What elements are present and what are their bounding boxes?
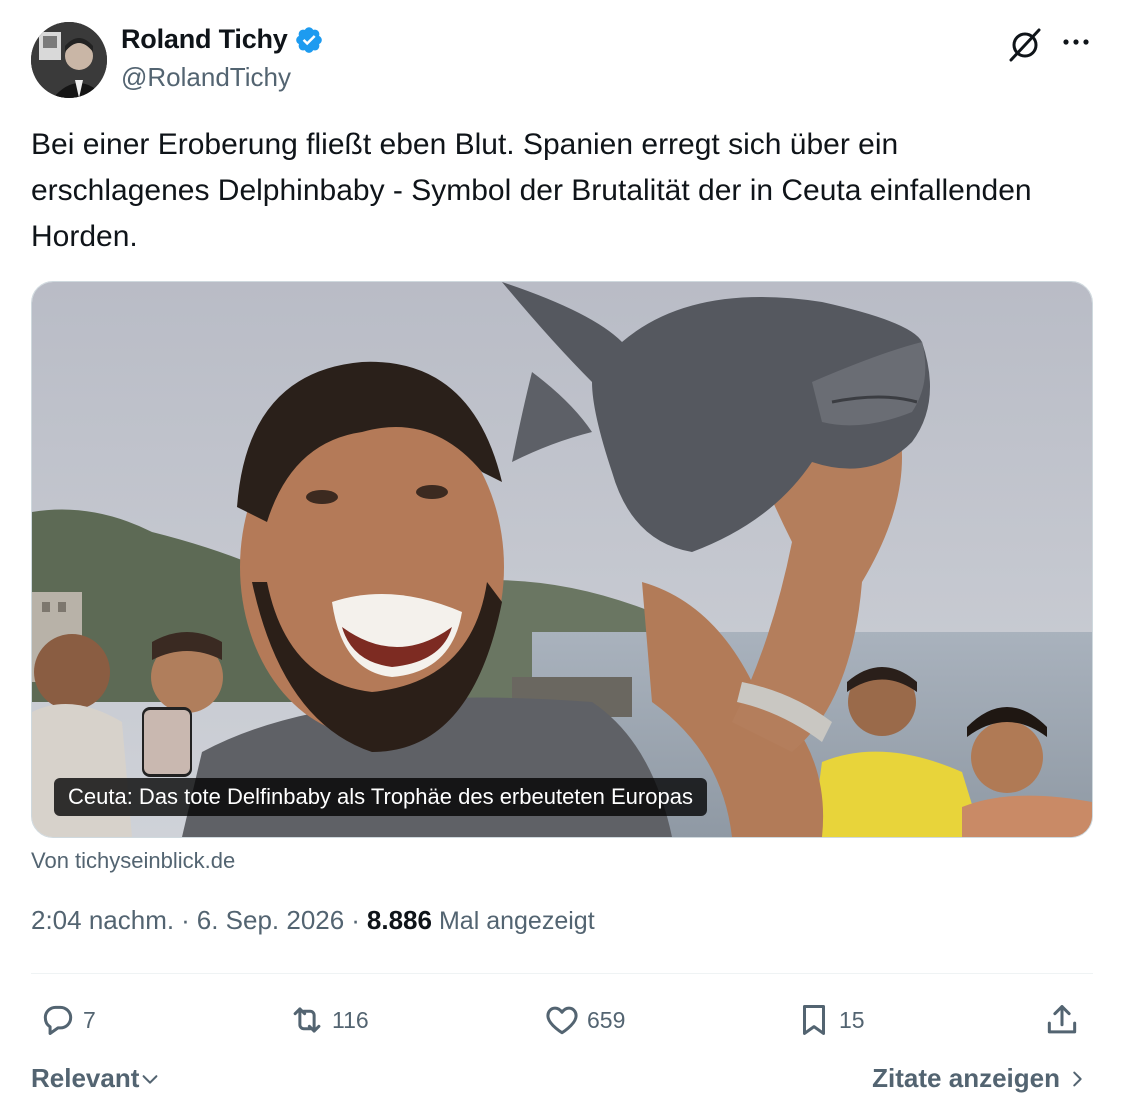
share-button[interactable] <box>1043 998 1081 1042</box>
repost-icon <box>293 1007 321 1033</box>
views-count: 8.886 <box>366 905 432 935</box>
sort-label: Relevant <box>31 1063 140 1093</box>
like-button[interactable]: 659 <box>543 998 625 1042</box>
quotes-label: Zitate anzeigen <box>872 1063 1060 1093</box>
author-handle[interactable]: @RolandTichy <box>121 62 291 93</box>
card-caption: Ceuta: Das tote Delfinbaby als Trophäe d… <box>54 778 707 816</box>
card-source[interactable]: Von tichyseinblick.de <box>31 848 235 874</box>
meta-separator: · <box>181 905 190 935</box>
view-quotes-link[interactable]: Zitate anzeigen <box>872 1063 1088 1094</box>
card-image <box>32 282 1092 837</box>
reply-button[interactable]: 7 <box>39 998 96 1042</box>
bookmark-count: 15 <box>839 1006 865 1033</box>
reply-count: 7 <box>83 1006 96 1033</box>
divider <box>31 973 1093 974</box>
repost-count: 116 <box>332 1006 369 1033</box>
bookmark-icon <box>802 1005 826 1035</box>
tweet-date[interactable]: 6. Sep. 2026 <box>197 905 344 936</box>
author-name-row: Roland Tichy <box>121 24 324 55</box>
chevron-right-icon <box>1073 1071 1082 1086</box>
like-icon <box>546 1006 578 1035</box>
tweet-time[interactable]: 2:04 nachm. <box>31 905 174 936</box>
chevron-down-icon <box>142 1074 158 1084</box>
avatar[interactable] <box>31 22 107 98</box>
repost-button[interactable]: 116 <box>288 998 369 1042</box>
tweet-text: Bei einer Eroberung fließt eben Blut. Sp… <box>31 128 1032 253</box>
meta-separator: · <box>351 905 360 935</box>
reply-icon <box>43 1005 73 1035</box>
views-label: Mal angezeigt <box>438 907 595 935</box>
sort-dropdown[interactable]: Relevant <box>31 1063 161 1094</box>
grok-icon[interactable] <box>1005 24 1045 64</box>
avatar-image <box>31 22 107 98</box>
tweet-meta: 2:04 nachm. · 6. Sep. 2026 · 8.886 Mal a… <box>31 905 595 936</box>
link-card[interactable]: Ceuta: Das tote Delfinbaby als Trophäe d… <box>31 281 1093 838</box>
more-icon[interactable] <box>1058 24 1094 60</box>
share-icon <box>1047 1005 1077 1034</box>
verified-badge-icon <box>295 26 322 53</box>
like-count: 659 <box>587 1006 626 1033</box>
bookmark-button[interactable]: 15 <box>795 998 865 1042</box>
author-display-name[interactable]: Roland Tichy <box>121 24 288 55</box>
